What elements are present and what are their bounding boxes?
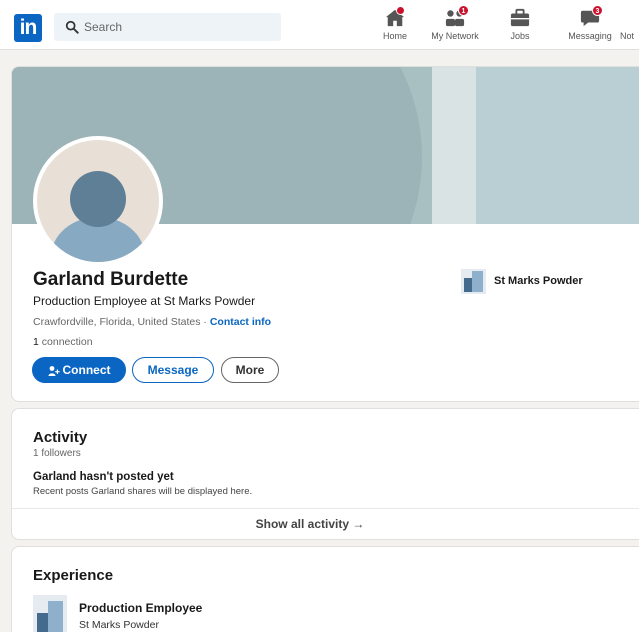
nav-label-notifications: Not xyxy=(620,31,635,41)
contact-info-link[interactable]: Contact info xyxy=(210,316,271,328)
connections-label: connection xyxy=(41,336,93,348)
top-nav: in Home 1 My Network Jobs xyxy=(0,0,639,50)
profile-name: Garland Burdette xyxy=(33,269,189,290)
message-button[interactable]: Message xyxy=(132,357,214,383)
more-button[interactable]: More xyxy=(221,357,279,383)
nav-label-my-network: My Network xyxy=(431,31,479,41)
profile-location: Crawfordville, Florida, United States xyxy=(33,316,201,328)
followers-count: 1 followers xyxy=(33,448,81,459)
show-all-activity-button[interactable]: Show all activity → xyxy=(12,508,639,539)
company-logo xyxy=(461,269,486,294)
experience-title: Experience xyxy=(33,567,114,584)
linkedin-logo[interactable]: in xyxy=(14,14,42,42)
connections-count-line[interactable]: 1 connection xyxy=(33,336,93,348)
profile-location-line: Crawfordville, Florida, United States · … xyxy=(33,316,271,328)
show-all-activity-label: Show all activity → xyxy=(255,517,365,531)
add-person-icon xyxy=(48,365,60,376)
profile-card: Garland Burdette Production Employee at … xyxy=(11,66,639,402)
experience-company-logo[interactable] xyxy=(33,595,67,632)
connections-count: 1 xyxy=(33,336,39,348)
nav-item-jobs[interactable]: Jobs xyxy=(500,6,540,46)
connect-button-label: Connect xyxy=(62,363,111,377)
location-separator: · xyxy=(200,316,210,328)
experience-role: Production Employee xyxy=(79,601,203,615)
nav-label-messaging: Messaging xyxy=(568,31,612,41)
home-notification-dot xyxy=(396,6,405,15)
nav-label-home: Home xyxy=(382,31,407,41)
experience-company: St Marks Powder xyxy=(79,619,159,631)
nav-item-home[interactable]: Home xyxy=(375,6,415,46)
nav-item-notifications[interactable]: Not xyxy=(620,6,639,46)
experience-card: Experience Production Employee St Marks … xyxy=(11,546,639,632)
profile-headline: Production Employee at St Marks Powder xyxy=(33,294,256,308)
no-posts-title: Garland hasn't posted yet xyxy=(33,471,174,483)
nav-label-jobs: Jobs xyxy=(510,31,530,41)
messaging-badge: 3 xyxy=(592,5,603,16)
connect-button[interactable]: Connect xyxy=(32,357,126,383)
search-input[interactable] xyxy=(84,13,274,41)
network-badge: 1 xyxy=(458,5,469,16)
activity-title: Activity xyxy=(33,429,88,446)
search-bar[interactable] xyxy=(54,13,281,41)
current-company-name: St Marks Powder xyxy=(494,275,583,287)
avatar[interactable] xyxy=(33,136,163,266)
search-icon xyxy=(65,20,79,34)
nav-item-my-network[interactable]: 1 My Network xyxy=(424,5,486,46)
briefcase-icon xyxy=(510,8,530,27)
no-posts-subtitle: Recent posts Garland shares will be disp… xyxy=(33,486,253,497)
nav-item-messaging[interactable]: 3 Messaging xyxy=(563,5,617,46)
activity-card: Activity 1 followers Garland hasn't post… xyxy=(11,408,639,540)
